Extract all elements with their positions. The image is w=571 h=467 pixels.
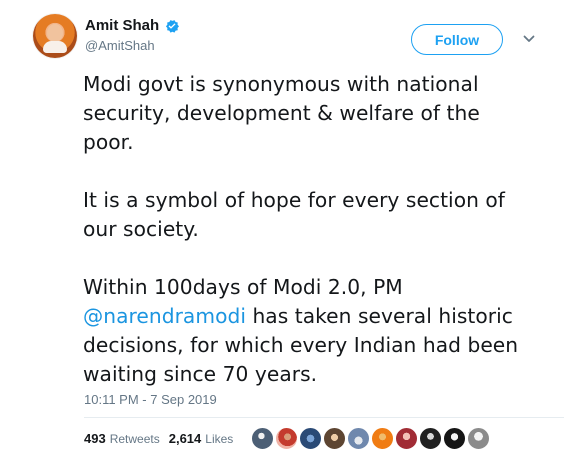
- author-avatar[interactable]: [33, 14, 77, 58]
- tweet-text: Modi govt is synonymous with national se…: [83, 70, 533, 389]
- liker-avatar[interactable]: [250, 426, 275, 451]
- liker-avatar[interactable]: [466, 426, 491, 451]
- tweet-timestamp[interactable]: 10:11 PM - 7 Sep 2019: [84, 392, 217, 408]
- liker-avatar[interactable]: [322, 426, 347, 451]
- liker-avatar[interactable]: [394, 426, 419, 451]
- stats-divider: [84, 417, 564, 418]
- verified-badge-icon: [164, 18, 180, 34]
- author-handle[interactable]: @AmitShah: [85, 38, 155, 54]
- tweet-stats: 493 Retweets 2,614 Likes: [84, 431, 233, 447]
- likers-avatars: [250, 426, 491, 454]
- retweets-count: 493: [84, 431, 106, 446]
- liker-avatar[interactable]: [274, 426, 299, 451]
- liker-avatar[interactable]: [298, 426, 323, 451]
- tweet-paragraph-2: It is a symbol of hope for every section…: [83, 188, 505, 241]
- author-display-name[interactable]: Amit Shah: [85, 17, 159, 35]
- liker-avatar[interactable]: [346, 426, 371, 451]
- retweets-label: Retweets: [109, 432, 160, 446]
- tweet-card: Amit Shah @AmitShah Follow Modi govt is …: [0, 0, 571, 467]
- author-name-row: Amit Shah: [85, 17, 180, 35]
- tweet-paragraph-3: Within 100days of Modi 2.0, PM @narendra…: [83, 273, 533, 389]
- liker-avatar[interactable]: [442, 426, 467, 451]
- follow-button[interactable]: Follow: [411, 24, 503, 55]
- chevron-down-icon[interactable]: [521, 31, 537, 47]
- likes-stat[interactable]: 2,614 Likes: [169, 431, 234, 447]
- liker-avatar[interactable]: [418, 426, 443, 451]
- tweet-paragraph-3-before-mention: Within 100days of Modi 2.0, PM: [83, 275, 403, 299]
- mention-link[interactable]: @narendramodi: [83, 304, 246, 328]
- likes-count: 2,614: [168, 431, 202, 446]
- likes-label: Likes: [205, 432, 234, 446]
- retweets-stat[interactable]: 493 Retweets: [84, 431, 160, 447]
- tweet-paragraph-1: Modi govt is synonymous with national se…: [83, 72, 480, 154]
- liker-avatar[interactable]: [370, 426, 395, 451]
